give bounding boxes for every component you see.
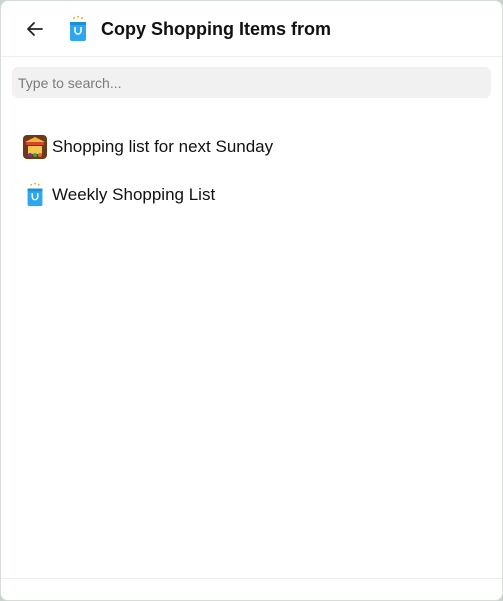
arrow-left-icon: [27, 22, 43, 36]
page-title: Copy Shopping Items from: [101, 19, 332, 39]
dialog-header: Copy Shopping Items from: [1, 1, 502, 57]
shopping-bag-icon: [22, 182, 48, 208]
dialog-footer: [1, 578, 502, 600]
copy-items-dialog: Copy Shopping Items from Shopping list f…: [0, 0, 503, 601]
list-item-label: Weekly Shopping List: [52, 185, 216, 204]
market-stall-icon: [22, 134, 48, 160]
list-item-shopping-list-next-sunday[interactable]: Shopping list for next Sunday: [1, 123, 502, 171]
shopping-bag-icon: [70, 15, 86, 41]
list-item-weekly-shopping-list[interactable]: Weekly Shopping List: [1, 171, 502, 219]
search-input[interactable]: [12, 67, 491, 98]
list-item-label: Shopping list for next Sunday: [52, 137, 274, 156]
back-button[interactable]: [21, 15, 49, 43]
shopping-list-list: Shopping list for next Sunday Weekly Sho…: [1, 123, 502, 219]
